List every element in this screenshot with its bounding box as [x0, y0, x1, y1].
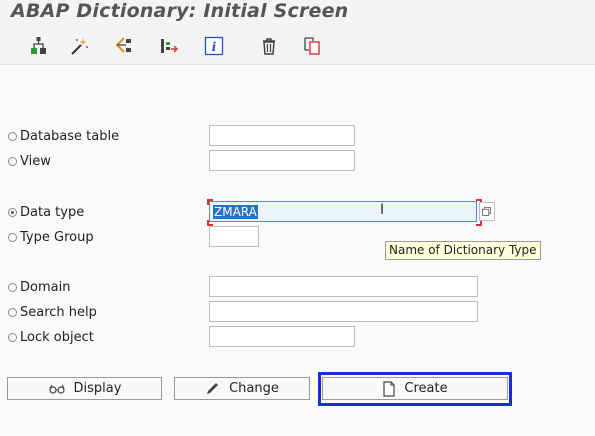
radio-button[interactable]: [8, 232, 17, 242]
title-bar: ABAP Dictionary: Initial Screen: [0, 0, 595, 28]
value-help-icon: [482, 207, 491, 216]
application-toolbar: i: [0, 28, 595, 65]
trash-icon[interactable]: [258, 35, 280, 57]
radio-button[interactable]: [8, 131, 17, 141]
radio-button-selected[interactable]: [8, 207, 17, 217]
lock-object-label: Lock object: [20, 329, 94, 345]
radio-button[interactable]: [8, 307, 17, 317]
object-list-icon[interactable]: [158, 35, 180, 57]
type-group-field[interactable]: [209, 226, 259, 247]
domain-field[interactable]: [209, 276, 478, 297]
radio-domain[interactable]: Domain: [8, 278, 70, 296]
info-icon[interactable]: i: [203, 35, 225, 57]
change-label: Change: [229, 381, 279, 396]
search-help-label: Search help: [20, 304, 97, 320]
text-cursor-icon: I: [380, 202, 385, 218]
data-type-field[interactable]: ZMARA I: [209, 201, 477, 222]
database-table-field[interactable]: [209, 125, 355, 146]
svg-text:i: i: [212, 40, 217, 54]
radio-button[interactable]: [8, 332, 17, 342]
radio-type-group[interactable]: Type Group: [8, 228, 94, 246]
page-title: ABAP Dictionary: Initial Screen: [11, 0, 349, 22]
search-help-field[interactable]: [209, 301, 478, 322]
where-used-icon[interactable]: [113, 35, 135, 57]
display-button[interactable]: Display: [7, 377, 162, 400]
radio-lock-object[interactable]: Lock object: [8, 328, 94, 346]
field-corner-marker: [207, 199, 213, 205]
database-table-label: Database table: [20, 128, 120, 144]
radio-search-help[interactable]: Search help: [8, 303, 97, 321]
value-help-button[interactable]: [479, 202, 495, 221]
glasses-icon: [48, 383, 66, 395]
data-type-label: Data type: [20, 204, 85, 220]
type-group-label: Type Group: [20, 229, 94, 245]
display-label: Display: [73, 381, 122, 396]
data-type-value: ZMARA: [213, 205, 258, 219]
radio-button[interactable]: [8, 282, 17, 292]
radio-view[interactable]: View: [8, 152, 51, 170]
create-button-focus-frame: [318, 372, 512, 406]
lock-object-field[interactable]: [209, 326, 355, 347]
radio-data-type[interactable]: Data type: [8, 203, 84, 221]
hierarchy-icon[interactable]: [28, 35, 50, 57]
view-label: View: [20, 153, 51, 169]
magic-wand-icon[interactable]: [68, 35, 90, 57]
copy-icon[interactable]: [301, 35, 323, 57]
radio-database-table[interactable]: Database table: [8, 127, 119, 145]
change-button[interactable]: Change: [174, 377, 310, 400]
tooltip: Name of Dictionary Type: [385, 241, 541, 260]
pencil-icon: [205, 382, 221, 396]
view-field[interactable]: [209, 150, 355, 171]
radio-button[interactable]: [8, 156, 17, 166]
domain-label: Domain: [20, 279, 71, 295]
